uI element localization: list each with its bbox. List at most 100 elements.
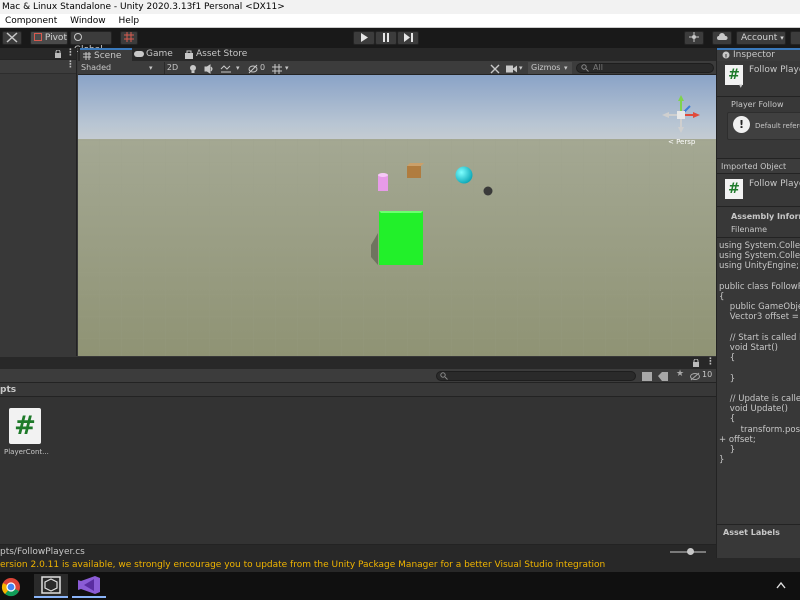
visual-studio-icon[interactable] — [72, 574, 106, 598]
scene-render: < Persp — [78, 75, 716, 356]
panel-menu-icon[interactable]: ⋮ — [66, 48, 75, 58]
step-button[interactable] — [397, 31, 419, 45]
globe-icon — [74, 33, 82, 41]
tab-game-label: Game — [146, 49, 173, 59]
inspector-tab-label: Inspector — [733, 50, 775, 60]
project-search-input[interactable] — [436, 371, 636, 381]
label-tag-icon[interactable] — [658, 372, 668, 381]
inspector-script-title: Follow Player — [749, 65, 800, 75]
selected-asset-path: pts/FollowPlayer.cs — [0, 547, 85, 557]
hierarchy-panel: ⋮ ⋮ — [0, 48, 77, 356]
console-status-bar[interactable]: ersion 2.0.11 is available, we strongly … — [0, 558, 800, 572]
asset-label[interactable]: PlayerCont... — [4, 448, 49, 456]
tab-inspector[interactable]: Inspector — [717, 48, 800, 61]
tab-game[interactable]: Game — [132, 48, 182, 61]
pause-button[interactable] — [375, 31, 397, 45]
tab-asset-store[interactable]: Asset Store — [182, 48, 252, 61]
divider — [717, 237, 800, 238]
kebab-menu-icon[interactable]: ⋮ — [66, 60, 75, 70]
hierarchy-header: ⋮ — [0, 48, 76, 60]
divider — [717, 524, 800, 525]
title-bar: Mac & Linux Standalone - Unity 2020.3.13… — [0, 0, 800, 14]
lock-icon[interactable] — [54, 50, 62, 58]
scene-search-input[interactable]: All — [576, 63, 714, 73]
shading-mode-dropdown[interactable]: Shaded ▾ — [81, 62, 157, 74]
account-label: Account — [741, 33, 778, 43]
menu-component[interactable]: Component — [0, 14, 62, 28]
tab-scene[interactable]: Scene — [80, 48, 132, 61]
chevron-down-icon[interactable]: ▾ — [285, 62, 289, 74]
csharp-script-icon[interactable]: # — [9, 408, 41, 444]
account-dropdown[interactable]: Account ▾ — [736, 31, 786, 45]
scene-viewport[interactable]: < Persp — [78, 75, 716, 356]
icon-size-slider-thumb[interactable] — [687, 548, 694, 555]
collab-icon — [689, 32, 699, 42]
unity-icon[interactable] — [34, 574, 68, 598]
lighting-icon[interactable] — [188, 63, 198, 75]
tools-button[interactable] — [2, 31, 22, 45]
play-button[interactable] — [353, 31, 375, 45]
scene-tab-bar: Scene Game Asset Store — [78, 48, 716, 61]
help-box: ! Default refere — [727, 112, 800, 140]
grid-snap-button[interactable] — [120, 31, 138, 45]
menu-window[interactable]: Window — [65, 14, 111, 28]
tab-asset-store-label: Asset Store — [196, 49, 248, 59]
lock-icon[interactable] — [692, 359, 700, 367]
hidden-packages-icon[interactable] — [690, 372, 700, 381]
chevron-down-icon[interactable]: ▾ — [236, 62, 240, 74]
chevron-down-icon: ▾ — [564, 64, 568, 72]
inspector-hash-glyph: # — [728, 67, 740, 83]
global-toggle[interactable]: Global — [70, 31, 112, 55]
step-icon — [403, 33, 413, 42]
gamepad-icon — [134, 51, 144, 57]
audio-icon[interactable] — [204, 63, 214, 75]
player-ball-object[interactable] — [483, 186, 493, 196]
default-reference-text: Default refere — [755, 122, 800, 130]
search-icon — [581, 64, 589, 72]
chevron-down-icon: ▾ — [149, 64, 153, 72]
tools-icon[interactable] — [490, 63, 500, 75]
project-header: ⋮ — [0, 357, 716, 369]
collab-button[interactable] — [684, 31, 704, 45]
gizmos-dropdown[interactable]: Gizmos ▾ — [528, 62, 572, 74]
tab-scene-label: Scene — [94, 51, 122, 61]
divider — [717, 206, 800, 207]
effects-icon[interactable] — [220, 63, 232, 75]
info-icon: ! — [733, 116, 750, 133]
project-toolbar: ★ 10 — [0, 369, 716, 383]
asset-labels-header[interactable]: Asset Labels — [723, 528, 780, 537]
shading-mode-label: Shaded — [81, 63, 112, 72]
chevron-up-icon[interactable] — [776, 581, 786, 589]
assembly-info-label[interactable]: Assembly Informa — [731, 212, 800, 221]
scene-visibility-icon[interactable] — [248, 63, 258, 75]
capsule-object[interactable] — [378, 173, 388, 191]
os-taskbar — [0, 572, 800, 600]
sphere-object[interactable] — [455, 166, 473, 184]
persp-label[interactable]: < Persp — [668, 138, 696, 146]
grid-visibility-icon[interactable] — [272, 63, 282, 75]
pivot-toggle[interactable]: Pivot — [30, 31, 68, 45]
breadcrumb-folder[interactable]: pts — [0, 385, 16, 395]
project-asset-grid: # PlayerCont... — [0, 397, 716, 544]
panel-menu-icon[interactable]: ⋮ — [706, 357, 715, 367]
chevron-down-icon[interactable]: ▾ — [519, 62, 523, 74]
play-icon — [361, 33, 368, 42]
breadcrumb: pts — [0, 383, 716, 397]
layers-dropdown[interactable] — [790, 31, 800, 45]
chevron-down-icon[interactable]: ▾ — [739, 82, 743, 90]
menu-help[interactable]: Help — [114, 14, 145, 28]
scene-search-placeholder: All — [593, 63, 603, 72]
filter-type-icon[interactable] — [642, 372, 652, 381]
window-title: Mac & Linux Standalone - Unity 2020.3.13… — [2, 2, 285, 12]
2d-label: 2D — [166, 63, 179, 72]
imported-script-title: Follow Player — [749, 179, 800, 189]
unity-editor-window: Mac & Linux Standalone - Unity 2020.3.13… — [0, 0, 800, 600]
favorite-star-icon[interactable]: ★ — [676, 369, 684, 379]
info-icon — [722, 51, 730, 59]
cloud-button[interactable] — [712, 31, 732, 45]
2d-toggle[interactable]: 2D — [164, 62, 180, 74]
chrome-icon[interactable] — [0, 574, 34, 598]
divider — [717, 96, 800, 97]
pause-icon — [383, 33, 389, 42]
camera-icon[interactable] — [506, 63, 517, 75]
